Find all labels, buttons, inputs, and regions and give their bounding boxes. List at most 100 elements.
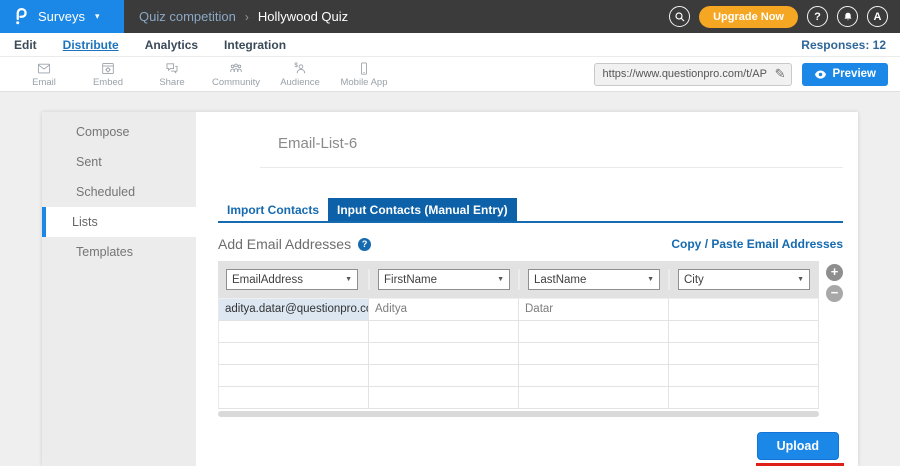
app-root: Surveys ▾ Quiz competition › Hollywood Q… (0, 0, 900, 466)
search-button[interactable] (669, 6, 690, 27)
copy-paste-link[interactable]: Copy / Paste Email Addresses (671, 237, 843, 251)
content-area: Compose Sent Scheduled Lists Templates E… (0, 92, 900, 466)
cell-city[interactable] (669, 299, 819, 321)
notifications-button[interactable] (837, 6, 858, 27)
sidebar-item-compose[interactable]: Compose (42, 117, 196, 147)
cell-lastname[interactable] (519, 387, 669, 409)
add-emails-header: Add Email Addresses ? Copy / Paste Email… (218, 236, 843, 252)
cell-email[interactable]: aditya.datar@questionpro.com (219, 299, 369, 321)
breadcrumb-parent[interactable]: Quiz competition (139, 9, 236, 24)
chevron-down-icon: ▼ (345, 276, 352, 283)
email-panel: Compose Sent Scheduled Lists Templates E… (42, 112, 858, 466)
cell-city[interactable] (669, 343, 819, 365)
cell-firstname[interactable] (369, 387, 519, 409)
breadcrumb-separator-icon: › (245, 10, 249, 24)
tool-label: Embed (93, 77, 123, 88)
sidebar-item-lists[interactable]: Lists (42, 207, 196, 237)
contacts-grid: EmailAddress ▼ FirstName ▼ (218, 261, 819, 417)
cell-firstname[interactable]: Aditya (369, 299, 519, 321)
cell-email[interactable] (219, 321, 369, 343)
bell-icon (842, 11, 854, 23)
cell-firstname[interactable] (369, 365, 519, 387)
upgrade-now-button[interactable]: Upgrade Now (699, 6, 798, 28)
tab-import-contacts[interactable]: Import Contacts (218, 198, 328, 221)
cell-email[interactable] (219, 387, 369, 409)
column-lastname: LastName ▼ (518, 269, 668, 290)
survey-url-input[interactable] (594, 63, 792, 86)
top-bar: Surveys ▾ Quiz competition › Hollywood Q… (0, 0, 900, 33)
sidebar-item-scheduled[interactable]: Scheduled (42, 177, 196, 207)
share-icon (164, 61, 180, 76)
table-row (219, 387, 819, 409)
cell-lastname[interactable]: Datar (519, 299, 669, 321)
tool-community[interactable]: Community (204, 61, 268, 88)
upload-button[interactable]: Upload (757, 432, 839, 460)
cell-firstname[interactable] (369, 321, 519, 343)
avatar[interactable]: A (867, 6, 888, 27)
tool-label: Email (32, 77, 56, 88)
column-select-firstname[interactable]: FirstName ▼ (378, 269, 510, 290)
column-city: City ▼ (668, 269, 818, 290)
cell-city[interactable] (669, 387, 819, 409)
tool-mobile-app[interactable]: Mobile App (332, 61, 396, 88)
cell-lastname[interactable] (519, 321, 669, 343)
cell-firstname[interactable] (369, 343, 519, 365)
chevron-down-icon: ▾ (95, 11, 100, 22)
surveys-menu[interactable]: Surveys ▾ (0, 0, 124, 33)
column-email: EmailAddress ▼ (218, 269, 368, 290)
remove-row-button[interactable]: − (826, 285, 843, 302)
column-select-lastname[interactable]: LastName ▼ (528, 269, 660, 290)
nav-item-distribute[interactable]: Distribute (63, 38, 119, 52)
tab-input-contacts-manual[interactable]: Input Contacts (Manual Entry) (328, 198, 517, 221)
chevron-down-icon: ▼ (647, 276, 654, 283)
row-controls: + − (826, 264, 843, 302)
horizontal-scrollbar[interactable] (218, 411, 819, 417)
table-row: aditya.datar@questionpro.com Aditya Data… (219, 299, 819, 321)
tool-audience[interactable]: $ Audience (268, 61, 332, 88)
distribute-toolbar: Email Embed Share Community (0, 57, 900, 92)
audience-icon: $ (292, 61, 308, 76)
help-icon[interactable]: ? (358, 238, 371, 251)
nav-item-edit[interactable]: Edit (14, 38, 37, 52)
column-select-value: FirstName (384, 274, 437, 286)
list-title-block: Email-List-6 (260, 135, 843, 168)
table-row (219, 365, 819, 387)
preview-label: Preview (833, 68, 876, 80)
survey-nav: Edit Distribute Analytics Integration Re… (0, 33, 900, 57)
cell-city[interactable] (669, 365, 819, 387)
mobile-app-icon (356, 61, 372, 76)
column-select-value: LastName (534, 274, 586, 286)
table-row (219, 343, 819, 365)
cell-email[interactable] (219, 365, 369, 387)
tool-embed[interactable]: Embed (76, 61, 140, 88)
tool-email[interactable]: Email (12, 61, 76, 88)
nav-item-analytics[interactable]: Analytics (145, 38, 198, 52)
top-actions: Upgrade Now ? A (669, 0, 900, 33)
tool-share[interactable]: Share (140, 61, 204, 88)
column-select-email[interactable]: EmailAddress ▼ (226, 269, 358, 290)
list-title: Email-List-6 (278, 135, 843, 152)
surveys-menu-label: Surveys (38, 9, 85, 24)
preview-button[interactable]: Preview (802, 63, 888, 86)
nav-item-integration[interactable]: Integration (224, 38, 286, 52)
column-select-city[interactable]: City ▼ (678, 269, 810, 290)
cell-lastname[interactable] (519, 365, 669, 387)
add-emails-label: Add Email Addresses (218, 236, 351, 252)
tool-label: Share (159, 77, 184, 88)
column-firstname: FirstName ▼ (368, 269, 518, 290)
column-mapping-row: EmailAddress ▼ FirstName ▼ (218, 261, 819, 298)
sidebar-item-templates[interactable]: Templates (42, 237, 196, 267)
edit-url-icon[interactable]: ✎ (775, 66, 786, 82)
column-select-value: City (684, 274, 704, 286)
search-icon (674, 11, 686, 23)
sidebar-item-sent[interactable]: Sent (42, 147, 196, 177)
email-sidebar: Compose Sent Scheduled Lists Templates (42, 112, 196, 466)
email-icon (36, 61, 52, 76)
help-button[interactable]: ? (807, 6, 828, 27)
cell-email[interactable] (219, 343, 369, 365)
responses-count[interactable]: Responses: 12 (801, 38, 886, 52)
questionpro-logo-icon (13, 7, 30, 26)
cell-city[interactable] (669, 321, 819, 343)
cell-lastname[interactable] (519, 343, 669, 365)
add-row-button[interactable]: + (826, 264, 843, 281)
